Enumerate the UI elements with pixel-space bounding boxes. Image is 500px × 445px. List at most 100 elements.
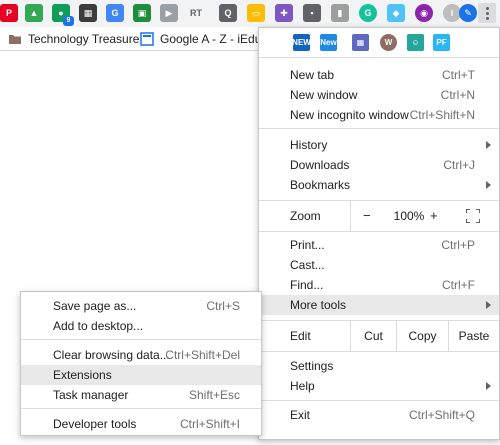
bookmark-google-a-z[interactable]: Google A - Z - iEduc: [140, 31, 267, 47]
copy-button[interactable]: Copy: [396, 321, 448, 351]
menu-item-label: New incognito window: [290, 108, 409, 122]
zoom-label: Zoom: [290, 209, 321, 223]
menu-item-label: History: [290, 138, 328, 152]
menu-item-label: New window: [290, 88, 358, 102]
menu-item-label: Cast...: [290, 258, 325, 272]
chat-square-icon[interactable]: ☺: [407, 34, 424, 51]
new-badge-icon[interactable]: New: [320, 34, 337, 51]
more-tools-submenu: Save page as... Ctrl+S Add to desktop...…: [20, 291, 262, 436]
submenu-item-clear-browsing-data[interactable]: Clear browsing data... Ctrl+Shift+Del: [21, 345, 261, 365]
menu-item-label: Find...: [290, 278, 324, 292]
menu-item-shortcut: Ctrl+Shift+Del: [165, 348, 240, 362]
menu-item-new-window[interactable]: New window Ctrl+N: [259, 85, 499, 105]
submenu-item-extensions[interactable]: Extensions: [21, 365, 261, 385]
menu-item-label: Developer tools: [53, 417, 137, 431]
menu-item-print[interactable]: Print... Ctrl+P: [259, 235, 499, 255]
menu-item-shortcut: Shift+Esc: [188, 388, 240, 402]
dot-icon: [485, 11, 489, 15]
submenu-arrow-icon: [486, 301, 491, 309]
bookmark-label: Google A - Z - iEduc: [160, 32, 268, 46]
menu-item-new-incognito-window[interactable]: New incognito window Ctrl+Shift+N: [259, 105, 499, 125]
zoom-in-button[interactable]: +: [430, 208, 438, 223]
menu-divider: [259, 231, 499, 232]
puzzle-icon[interactable]: ✚: [275, 4, 293, 22]
menu-item-label: Add to desktop...: [53, 319, 144, 333]
menu-item-cast[interactable]: Cast...: [259, 255, 499, 275]
fullscreen-icon[interactable]: [466, 209, 480, 223]
submenu-arrow-icon: [486, 382, 491, 390]
menu-item-new-tab[interactable]: New tab Ctrl+T: [259, 65, 499, 85]
submenu-item-task-manager[interactable]: Task manager Shift+Esc: [21, 385, 261, 405]
menu-divider: [21, 339, 261, 340]
menu-item-downloads[interactable]: Downloads Ctrl+J: [259, 155, 499, 175]
menu-item-settings[interactable]: Settings: [259, 356, 499, 376]
menu-item-shortcut: Ctrl+Shift+N: [409, 108, 475, 122]
zoom-controls: − 100% +: [350, 201, 499, 231]
bookmark-label: Technology Treasure: [28, 32, 140, 46]
dot-icon: [485, 16, 489, 20]
zoom-out-button[interactable]: −: [363, 208, 371, 223]
zoom-level: 100%: [393, 209, 425, 223]
menu-item-label: Task manager: [53, 388, 129, 402]
menu-divider: [259, 128, 499, 129]
notes-icon[interactable]: ▪: [303, 4, 321, 22]
menu-item-find[interactable]: Find... Ctrl+F: [259, 275, 499, 295]
submenu-item-save-page-as[interactable]: Save page as... Ctrl+S: [21, 296, 261, 316]
google-drive-icon[interactable]: ▲: [25, 4, 43, 22]
submenu-arrow-icon: [486, 181, 491, 189]
menu-item-help[interactable]: Help: [259, 376, 499, 396]
submenu-item-developer-tools[interactable]: Developer tools Ctrl+Shift+I: [21, 414, 261, 434]
menu-item-shortcut: Ctrl+N: [440, 88, 475, 102]
edit-label: Edit: [290, 329, 311, 343]
w-circle-icon[interactable]: W: [380, 34, 397, 51]
menu-item-shortcut: Ctrl+J: [443, 158, 475, 172]
menu-zoom-row: Zoom − 100% +: [259, 201, 499, 231]
menu-item-bookmarks[interactable]: Bookmarks: [259, 175, 499, 195]
menu-item-shortcut: Ctrl+S: [206, 299, 240, 313]
folder-icon: [8, 32, 22, 46]
menu-item-label: Exit: [290, 408, 311, 422]
menu-item-label: Extensions: [53, 368, 112, 382]
menu-item-history[interactable]: History: [259, 135, 499, 155]
google-classroom-icon[interactable]: ▣: [133, 4, 151, 22]
diamond-icon[interactable]: ◆: [387, 4, 405, 22]
pattern-icon[interactable]: ▦: [352, 34, 369, 51]
lens-icon[interactable]: Q: [219, 4, 237, 22]
avatar-icon[interactable]: ◉: [415, 4, 433, 22]
menu-item-exit[interactable]: Exit Ctrl+Shift+Q: [259, 405, 499, 425]
menu-item-label: Settings: [290, 359, 334, 373]
film-icon[interactable]: ▦: [79, 4, 97, 22]
menu-extensions-row: NEW New ▦ W ☺ PF: [259, 28, 499, 57]
submenu-item-add-to-desktop[interactable]: Add to desktop...: [21, 316, 261, 336]
pinterest-icon[interactable]: P: [0, 4, 18, 22]
bookmark-technology-treasure[interactable]: Technology Treasure: [8, 31, 139, 47]
dot-icon: [485, 6, 489, 10]
edit-icon[interactable]: ✎: [459, 4, 477, 22]
menu-item-label: Print...: [290, 238, 325, 252]
keep-icon[interactable]: ▮: [331, 4, 349, 22]
bookmark-page-icon: [140, 32, 154, 46]
cut-button[interactable]: Cut: [350, 321, 396, 351]
comment-icon[interactable]: ▭: [247, 4, 265, 22]
chrome-main-menu: NEW New ▦ W ☺ PF New tab Ctrl+T New wind…: [258, 27, 500, 440]
grammarly-icon[interactable]: G: [359, 4, 377, 22]
menu-item-label: More tools: [290, 298, 347, 312]
google-translate-icon[interactable]: G: [106, 4, 124, 22]
menu-item-label: Downloads: [290, 158, 350, 172]
pdf-icon[interactable]: PF: [433, 34, 450, 51]
screencast-play-icon[interactable]: ▶: [160, 4, 178, 22]
extensions-toolbar: P ▲ ● 9 ▦ G ▣ ▶ RT Q ▭ ✚ ▪ ▮ G ◆ ◉ i ✎: [0, 0, 500, 27]
hangouts-icon[interactable]: ● 9: [52, 4, 74, 26]
chrome-menu-button[interactable]: [478, 3, 496, 23]
paste-button[interactable]: Paste: [448, 321, 499, 351]
menu-item-shortcut: Ctrl+Shift+Q: [408, 408, 475, 422]
new-ext-icon[interactable]: NEW: [292, 34, 311, 51]
menu-item-shortcut: Ctrl+Shift+I: [179, 417, 240, 431]
menu-item-label: Bookmarks: [290, 178, 351, 192]
rt-icon[interactable]: RT: [187, 4, 205, 22]
hangouts-badge: 9: [63, 16, 74, 26]
menu-item-more-tools[interactable]: More tools: [259, 295, 499, 315]
menu-item-label: New tab: [290, 68, 335, 82]
menu-item-label: Clear browsing data...: [53, 348, 170, 362]
menu-divider: [259, 57, 499, 58]
